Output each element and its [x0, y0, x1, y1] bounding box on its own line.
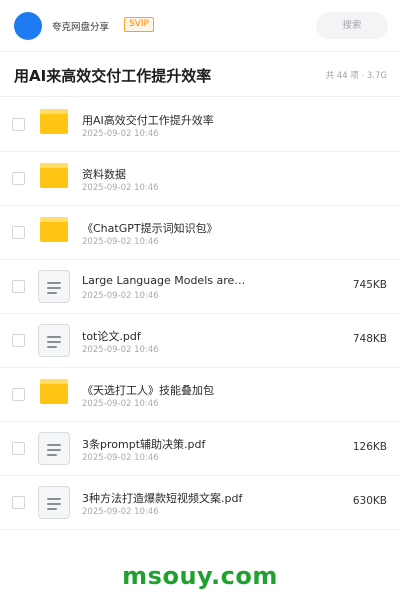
- folder-icon: [40, 379, 68, 404]
- share-header: 夸克网盘分享 SVIP 搜索: [0, 0, 400, 52]
- row-checkbox[interactable]: [12, 442, 25, 455]
- svip-badge: SVIP: [124, 17, 154, 32]
- avatar[interactable]: [14, 12, 42, 40]
- share-name: 夸克网盘分享: [52, 22, 110, 33]
- file-name[interactable]: 《ChatGPT提示词知识包》: [82, 220, 312, 236]
- list-item[interactable]: 3条prompt辅助决策.pdf 2025-09-02 10:46 126KB: [0, 422, 400, 476]
- list-item[interactable]: 用AI高效交付工作提升效率 2025-09-02 10:46: [0, 98, 400, 152]
- file-size: 630KB: [352, 495, 387, 507]
- file-date: 2025-09-02 10:46: [82, 399, 159, 409]
- row-checkbox[interactable]: [12, 334, 25, 347]
- row-checkbox[interactable]: [12, 280, 25, 293]
- file-name[interactable]: 《天选打工人》技能叠加包: [82, 382, 312, 398]
- document-icon: [38, 324, 70, 357]
- file-size: 748KB: [352, 333, 387, 345]
- list-item[interactable]: 《天选打工人》技能叠加包 2025-09-02 10:46: [0, 368, 400, 422]
- folder-icon: [40, 109, 68, 134]
- folder-title-bar: 用AI来高效交付工作提升效率 共 44 项 · 3.7G: [0, 53, 400, 97]
- list-item[interactable]: tot论文.pdf 2025-09-02 10:46 748KB: [0, 314, 400, 368]
- row-checkbox[interactable]: [12, 118, 25, 131]
- file-date: 2025-09-02 10:46: [82, 183, 159, 193]
- search-input[interactable]: 搜索: [316, 12, 388, 39]
- file-name[interactable]: 3种方法打造爆款短视频文案.pdf: [82, 490, 312, 506]
- file-name[interactable]: 资料数据: [82, 166, 312, 182]
- document-icon: [38, 486, 70, 519]
- list-item[interactable]: 资料数据 2025-09-02 10:46: [0, 152, 400, 206]
- page-title: 用AI来高效交付工作提升效率: [14, 67, 212, 85]
- item-count-summary: 共 44 项 · 3.7G: [325, 71, 387, 81]
- list-item[interactable]: Large Language Models are… 2025-09-02 10…: [0, 260, 400, 314]
- file-list: 用AI高效交付工作提升效率 2025-09-02 10:46 资料数据 2025…: [0, 98, 400, 530]
- file-date: 2025-09-02 10:46: [82, 345, 159, 355]
- file-date: 2025-09-02 10:46: [82, 129, 159, 139]
- site-watermark: msouy.com: [122, 562, 278, 590]
- file-date: 2025-09-02 10:46: [82, 453, 159, 463]
- file-date: 2025-09-02 10:46: [82, 291, 159, 301]
- row-checkbox[interactable]: [12, 172, 25, 185]
- row-checkbox[interactable]: [12, 496, 25, 509]
- folder-icon: [40, 217, 68, 242]
- share-page: 夸克网盘分享 SVIP 搜索 用AI来高效交付工作提升效率 共 44 项 · 3…: [0, 0, 400, 600]
- row-checkbox[interactable]: [12, 388, 25, 401]
- file-name[interactable]: 用AI高效交付工作提升效率: [82, 112, 312, 128]
- list-item[interactable]: 3种方法打造爆款短视频文案.pdf 2025-09-02 10:46 630KB: [0, 476, 400, 530]
- row-checkbox[interactable]: [12, 226, 25, 239]
- file-date: 2025-09-02 10:46: [82, 237, 159, 247]
- list-item[interactable]: 《ChatGPT提示词知识包》 2025-09-02 10:46: [0, 206, 400, 260]
- file-size: 126KB: [352, 441, 387, 453]
- file-date: 2025-09-02 10:46: [82, 507, 159, 517]
- file-name[interactable]: 3条prompt辅助决策.pdf: [82, 436, 312, 452]
- file-size: 745KB: [352, 279, 387, 291]
- document-icon: [38, 270, 70, 303]
- folder-icon: [40, 163, 68, 188]
- file-name[interactable]: Large Language Models are…: [82, 274, 312, 287]
- file-name[interactable]: tot论文.pdf: [82, 328, 312, 344]
- document-icon: [38, 432, 70, 465]
